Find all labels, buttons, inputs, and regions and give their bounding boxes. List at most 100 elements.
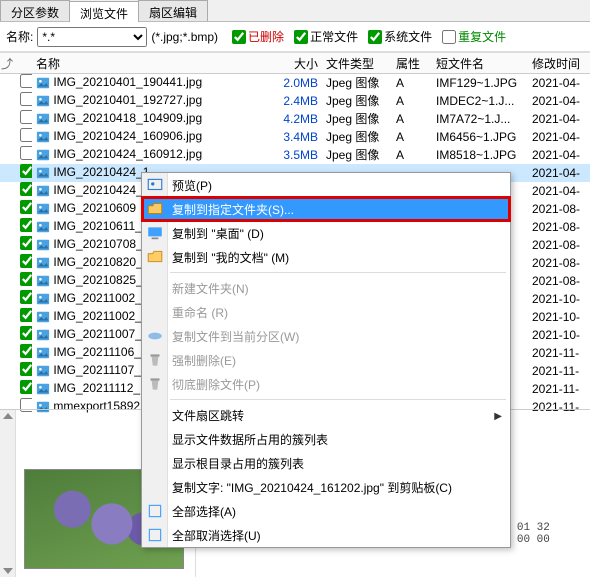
col-type[interactable]: 文件类型 bbox=[322, 55, 392, 72]
row-checkbox[interactable] bbox=[20, 218, 32, 232]
image-file-icon bbox=[36, 292, 50, 306]
context-menu-item[interactable]: 复制到 "桌面" (D) bbox=[142, 221, 510, 245]
filter-dup-checkbox[interactable] bbox=[442, 30, 456, 44]
tab-bar[interactable]: 分区参数 浏览文件 扇区编辑 bbox=[0, 0, 590, 22]
filter-normal[interactable]: 正常文件 bbox=[294, 28, 358, 45]
row-checkbox[interactable] bbox=[20, 92, 32, 106]
row-attr: A bbox=[392, 148, 432, 162]
context-menu-label: 复制文字: "IMG_20210424_161202.jpg" 到剪贴板(C) bbox=[172, 479, 452, 496]
filter-system-checkbox[interactable] bbox=[368, 30, 382, 44]
row-filename: IMG_20210401_192727.jpg bbox=[32, 93, 262, 108]
table-row[interactable]: IMG_20210401_192727.jpg2.4MBJpeg 图像AIMDE… bbox=[0, 92, 590, 110]
row-checkbox[interactable] bbox=[20, 200, 32, 214]
context-menu-item[interactable]: 复制文字: "IMG_20210424_161202.jpg" 到剪贴板(C) bbox=[142, 475, 510, 499]
desktop-icon bbox=[146, 224, 164, 242]
row-checkbox[interactable] bbox=[20, 344, 32, 358]
docs-icon bbox=[146, 248, 164, 266]
column-header[interactable]: ⤴ 名称 大小 文件类型 属性 短文件名 修改时间 bbox=[0, 52, 590, 74]
row-modified: 2021-08- bbox=[528, 220, 590, 234]
col-size[interactable]: 大小 bbox=[262, 55, 322, 72]
col-mod[interactable]: 修改时间 bbox=[528, 55, 590, 72]
filter-dup[interactable]: 重复文件 bbox=[442, 28, 506, 45]
row-type: Jpeg 图像 bbox=[322, 110, 392, 127]
row-checkbox[interactable] bbox=[20, 362, 32, 376]
tab-partition-params[interactable]: 分区参数 bbox=[0, 0, 70, 21]
context-menu-label: 复制文件到当前分区(W) bbox=[172, 328, 299, 345]
row-filename: IMG_20210418_104909.jpg bbox=[32, 111, 262, 126]
row-checkbox[interactable] bbox=[20, 326, 32, 340]
row-checkbox[interactable] bbox=[20, 236, 32, 250]
row-checkbox[interactable] bbox=[20, 128, 32, 142]
image-file-icon bbox=[36, 130, 50, 144]
context-menu-label: 复制到 "我的文档" (M) bbox=[172, 249, 289, 266]
context-menu-item: 强制删除(E) bbox=[142, 348, 510, 372]
row-checkbox[interactable] bbox=[20, 308, 32, 322]
row-filename: IMG_20210424_160906.jpg bbox=[32, 129, 262, 144]
image-file-icon bbox=[36, 184, 50, 198]
vertical-scrollbar[interactable] bbox=[0, 410, 16, 577]
row-checkbox[interactable] bbox=[20, 272, 32, 286]
context-menu-item[interactable]: 显示文件数据所占用的簇列表 bbox=[142, 427, 510, 451]
filter-normal-checkbox[interactable] bbox=[294, 30, 308, 44]
table-row[interactable]: IMG_20210418_104909.jpg4.2MBJpeg 图像AIM7A… bbox=[0, 110, 590, 128]
row-shortname: IMF129~1.JPG bbox=[432, 76, 528, 90]
row-shortname: IM7A72~1.J... bbox=[432, 112, 528, 126]
row-modified: 2021-11- bbox=[528, 382, 590, 396]
row-checkbox[interactable] bbox=[20, 380, 32, 394]
context-menu-label: 强制删除(E) bbox=[172, 352, 236, 369]
context-menu-item[interactable]: 全部取消选择(U) bbox=[142, 523, 510, 547]
row-checkbox[interactable] bbox=[20, 182, 32, 196]
row-type: Jpeg 图像 bbox=[322, 146, 392, 163]
image-file-icon bbox=[36, 94, 50, 108]
filter-bar: 名称: *.* (*.jpg;*.bmp) 已删除 正常文件 系统文件 重复文件 bbox=[0, 22, 590, 52]
context-menu-item[interactable]: 文件扇区跳转 bbox=[142, 403, 510, 427]
filter-system[interactable]: 系统文件 bbox=[368, 28, 432, 45]
name-filter-select[interactable]: *.* bbox=[37, 27, 147, 47]
partition-icon bbox=[146, 327, 164, 345]
row-checkbox[interactable] bbox=[20, 146, 32, 160]
context-menu-label: 显示文件数据所占用的簇列表 bbox=[172, 431, 328, 448]
row-modified: 2021-10- bbox=[528, 328, 590, 342]
context-menu-label: 彻底删除文件(P) bbox=[172, 376, 260, 393]
row-size: 3.4MB bbox=[262, 130, 322, 144]
row-checkbox[interactable] bbox=[20, 110, 32, 124]
context-menu-label: 全部取消选择(U) bbox=[172, 527, 261, 544]
context-menu-label: 文件扇区跳转 bbox=[172, 407, 244, 424]
context-menu-label: 新建文件夹(N) bbox=[172, 280, 249, 297]
table-row[interactable]: IMG_20210401_190441.jpg2.0MBJpeg 图像AIMF1… bbox=[0, 74, 590, 92]
table-row[interactable]: IMG_20210424_160912.jpg3.5MBJpeg 图像AIM85… bbox=[0, 146, 590, 164]
row-type: Jpeg 图像 bbox=[322, 128, 392, 145]
table-row[interactable]: IMG_20210424_160906.jpg3.4MBJpeg 图像AIM64… bbox=[0, 128, 590, 146]
image-file-icon bbox=[36, 346, 50, 360]
col-attr[interactable]: 属性 bbox=[392, 55, 432, 72]
up-dir-icon[interactable]: ⤴ bbox=[0, 55, 14, 72]
row-checkbox[interactable] bbox=[20, 290, 32, 304]
filter-deleted-checkbox[interactable] bbox=[232, 30, 246, 44]
image-file-icon bbox=[36, 274, 50, 288]
row-modified: 2021-04- bbox=[528, 130, 590, 144]
filter-deleted[interactable]: 已删除 bbox=[232, 28, 284, 45]
col-name[interactable]: 名称 bbox=[32, 55, 262, 72]
row-modified: 2021-04- bbox=[528, 76, 590, 90]
context-menu-item[interactable]: 复制到指定文件夹(S)... bbox=[142, 197, 510, 221]
ext-hint: (*.jpg;*.bmp) bbox=[151, 30, 218, 44]
context-menu-item[interactable]: 全部选择(A) bbox=[142, 499, 510, 523]
tab-browse-files[interactable]: 浏览文件 bbox=[69, 1, 139, 22]
row-modified: 2021-11- bbox=[528, 364, 590, 378]
row-checkbox[interactable] bbox=[20, 254, 32, 268]
row-checkbox[interactable] bbox=[20, 74, 32, 88]
col-short[interactable]: 短文件名 bbox=[432, 55, 528, 72]
tab-sector-edit[interactable]: 扇区编辑 bbox=[138, 0, 208, 21]
context-menu-item[interactable]: 显示根目录占用的簇列表 bbox=[142, 451, 510, 475]
context-menu[interactable]: 预览(P)复制到指定文件夹(S)...复制到 "桌面" (D) 复制到 "我的文档… bbox=[141, 172, 511, 548]
context-menu-item: 重命名 (R) bbox=[142, 300, 510, 324]
row-checkbox[interactable] bbox=[20, 164, 32, 178]
context-menu-item[interactable]: 复制到 "我的文档" (M) bbox=[142, 245, 510, 269]
row-modified: 2021-04- bbox=[528, 184, 590, 198]
context-menu-item[interactable]: 预览(P) bbox=[142, 173, 510, 197]
image-file-icon bbox=[36, 364, 50, 378]
row-filename: IMG_20210401_190441.jpg bbox=[32, 75, 262, 90]
row-attr: A bbox=[392, 94, 432, 108]
row-attr: A bbox=[392, 112, 432, 126]
context-menu-label: 重命名 (R) bbox=[172, 304, 228, 321]
